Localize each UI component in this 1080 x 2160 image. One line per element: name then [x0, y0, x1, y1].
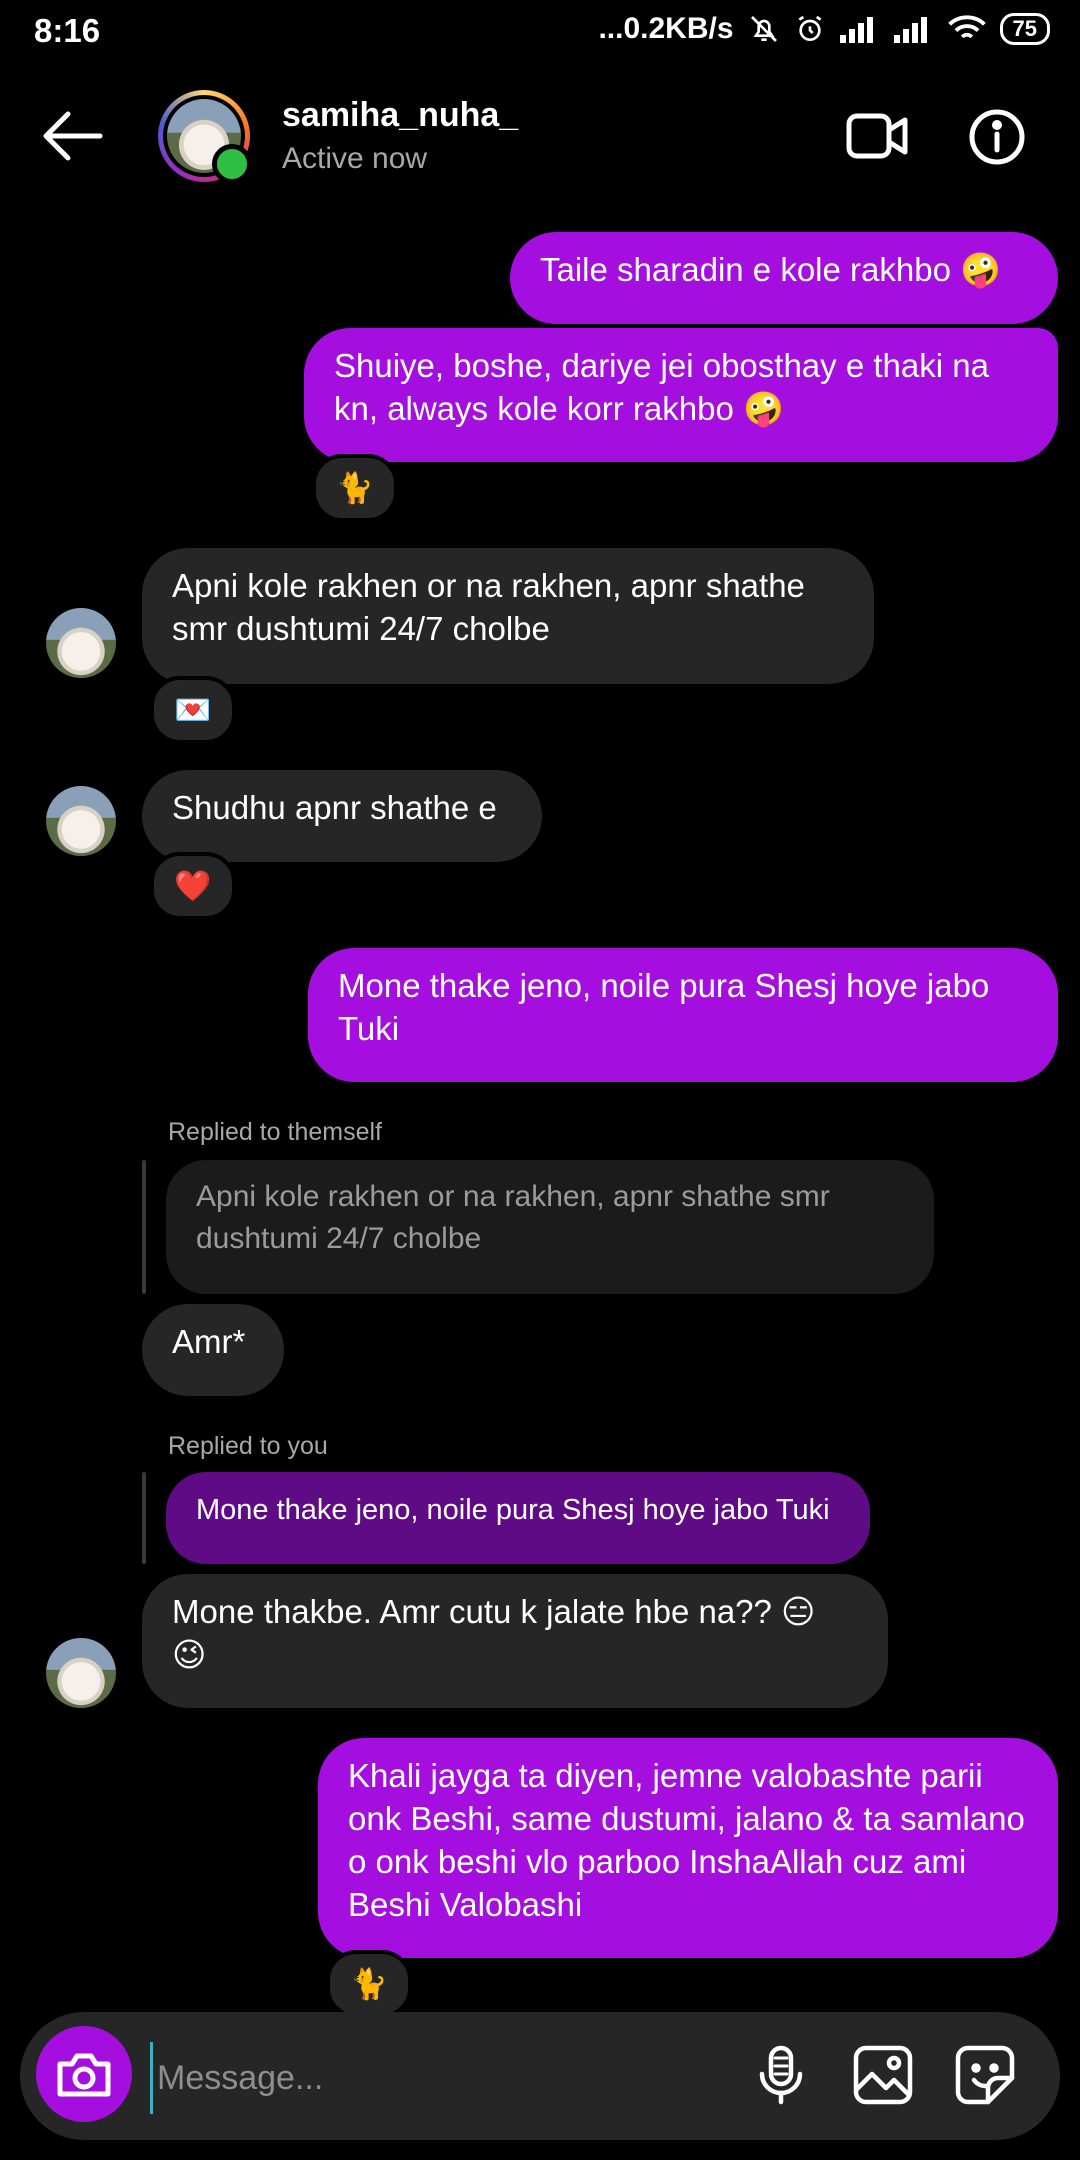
sender-avatar[interactable]: [46, 608, 116, 678]
contact-status: Active now: [282, 142, 428, 175]
message-outgoing[interactable]: Mone thake jeno, noile pura Shesj hoye j…: [308, 948, 1058, 1082]
message-reaction[interactable]: ❤️: [150, 852, 236, 920]
message-outgoing[interactable]: Khali jayga ta diyen, jemne valobashte p…: [318, 1738, 1058, 1958]
message-reaction[interactable]: 🐈: [326, 1950, 412, 2018]
status-icons: ...0.2KB/s 75: [598, 12, 1050, 46]
contact-username[interactable]: samiha_nuha_: [282, 96, 518, 135]
message-incoming[interactable]: Apni kole rakhen or na rakhen, apnr shat…: [142, 548, 874, 684]
message-reaction[interactable]: 🐈: [312, 454, 398, 522]
battery-indicator: 75: [999, 13, 1050, 45]
quote-bar: [142, 1160, 146, 1294]
message-reaction[interactable]: 💌: [150, 676, 236, 744]
quoted-message[interactable]: Apni kole rakhen or na rakhen, apnr shat…: [166, 1160, 934, 1294]
gallery-icon[interactable]: [852, 2044, 914, 2106]
message-incoming[interactable]: Shudhu apnr shathe e: [142, 770, 542, 862]
message-input[interactable]: [150, 2042, 719, 2114]
message-outgoing[interactable]: Taile sharadin e kole rakhbo 🤪: [510, 232, 1058, 324]
sticker-icon[interactable]: [954, 2044, 1016, 2106]
sender-avatar[interactable]: [46, 786, 116, 856]
status-bar: 8:16 ...0.2KB/s 75: [0, 0, 1080, 64]
message-incoming[interactable]: Mone thakbe. Amr cutu k jalate hbe na?? …: [142, 1574, 888, 1708]
camera-icon: [57, 2053, 111, 2097]
quote-bar: [142, 1472, 146, 1564]
camera-button[interactable]: [36, 2026, 132, 2122]
online-indicator: [212, 144, 252, 184]
message-incoming[interactable]: Amr*: [142, 1304, 284, 1396]
signal-icon: [839, 17, 873, 43]
microphone-icon[interactable]: [750, 2044, 812, 2106]
status-time: 8:16: [34, 12, 101, 49]
alarm-icon: [798, 15, 821, 41]
muted-bell-icon: [750, 16, 777, 42]
wifi-icon: [947, 15, 986, 39]
network-speed: ...0.2KB/s: [598, 12, 734, 45]
quoted-message[interactable]: Mone thake jeno, noile pura Shesj hoye j…: [166, 1472, 870, 1564]
info-icon[interactable]: [968, 108, 1026, 166]
signal-icon-2: [893, 17, 927, 43]
replied-label: Replied to themself: [168, 1118, 383, 1146]
arrow-left-icon[interactable]: [40, 110, 104, 162]
replied-label: Replied to you: [168, 1432, 328, 1460]
sender-avatar[interactable]: [46, 1638, 116, 1708]
message-outgoing[interactable]: Shuiye, boshe, dariye jei obosthay e tha…: [304, 328, 1058, 462]
video-camera-icon[interactable]: [846, 110, 910, 162]
